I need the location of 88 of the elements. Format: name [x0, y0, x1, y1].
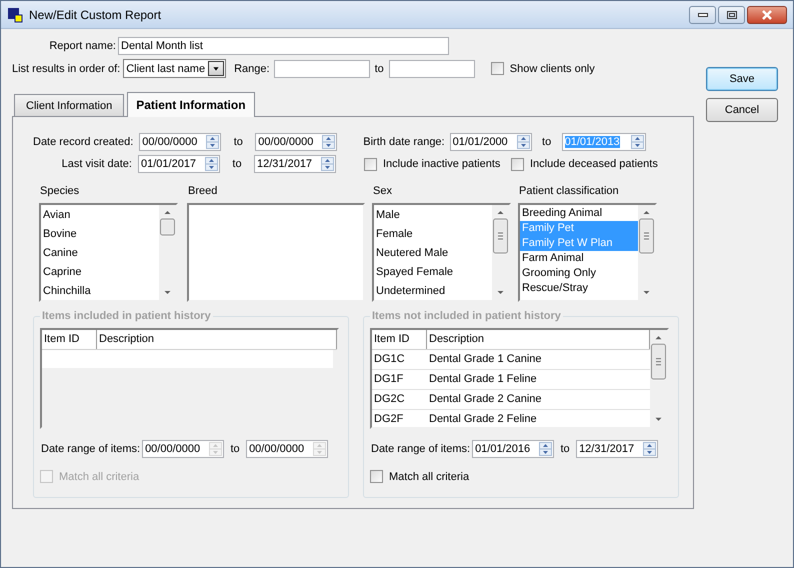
list-item[interactable]: Female	[374, 225, 492, 244]
field-label: Date record created:	[33, 136, 134, 148]
date-spin-field[interactable]: 00/00/0000	[255, 133, 338, 151]
list-label: Species	[39, 185, 80, 197]
table-cell-text: Dental Grade 1 Feline	[428, 372, 538, 387]
field-label: to	[559, 443, 571, 455]
table-cell-text: DG2C	[373, 392, 406, 407]
field-label: to	[231, 158, 243, 170]
date-spin-field[interactable]: 12/31/2017	[254, 155, 336, 173]
field-label: List results in order of:	[12, 62, 120, 74]
field-label: Last visit date:	[60, 158, 132, 170]
range-from-field[interactable]	[274, 60, 370, 78]
table-cell-text: Dental Grade 2 Canine	[428, 392, 543, 407]
app-icon	[7, 6, 23, 22]
list-item[interactable]: Undetermined	[374, 282, 492, 300]
list-item[interactable]: Bovine	[41, 225, 159, 244]
date-spin-field[interactable]: 01/01/2017	[138, 155, 220, 173]
date-spin-field[interactable]: 00/00/0000	[139, 133, 222, 151]
checkbox-label: Show clients only	[510, 62, 595, 74]
field-label: Date range of items:	[41, 443, 140, 455]
list-box[interactable]: Breeding Animal Family Pet Family Pet W Plan Farm Animal Grooming Only Rescue/Stray	[518, 203, 657, 302]
list-box[interactable]	[187, 203, 365, 302]
field-label: Range:	[234, 62, 270, 74]
order-dropdown[interactable]: Client last name	[123, 59, 226, 78]
spin-button[interactable]	[630, 135, 644, 149]
table-cell-text: Dental Grade 1 Canine	[428, 352, 543, 367]
list-box[interactable]: Avian Bovine Canine Caprine Chinchilla	[39, 203, 178, 302]
spin-button[interactable]	[516, 135, 530, 149]
window-title: New/Edit Custom Report	[29, 8, 162, 22]
field-label: to	[229, 443, 241, 455]
list-item[interactable]: Canine	[41, 244, 159, 263]
list-item[interactable]: Rescue/Stray	[520, 281, 638, 296]
minimize-button[interactable]	[689, 6, 716, 24]
table-cell-text: Dental Grade 2 Feline	[428, 412, 538, 427]
list-label: Patient classification	[518, 185, 620, 197]
maximize-icon	[726, 10, 736, 18]
column-header[interactable]: Item ID	[372, 330, 427, 349]
maximize-button[interactable]	[718, 6, 745, 24]
table-cell-text: DG1F	[373, 372, 404, 387]
date-spin-field[interactable]: 01/01/2000	[450, 133, 532, 151]
tab[interactable]: Patient Information	[127, 92, 255, 117]
field-label: Date range of items:	[371, 443, 470, 455]
spin-button[interactable]	[321, 157, 334, 171]
report-name-field[interactable]: Dental Month list	[118, 37, 449, 55]
list-label: Sex	[372, 185, 393, 197]
list-item[interactable]: Grooming Only	[520, 266, 638, 281]
close-icon	[761, 10, 773, 20]
list-item[interactable]: Caprine	[41, 263, 159, 282]
checkbox-label: Match all criteria	[389, 470, 470, 482]
group-title: Items included in patient history	[41, 310, 212, 322]
save-button[interactable]: Save	[706, 67, 778, 91]
minimize-icon	[698, 12, 708, 16]
checkbox-label: Match all criteria	[59, 470, 140, 482]
checkbox[interactable]	[490, 62, 504, 75]
date-spin-field[interactable]: 12/31/2017	[576, 440, 658, 458]
spin-button[interactable]	[206, 135, 220, 149]
list-item[interactable]: Neutered Male	[374, 244, 492, 263]
spin-button[interactable]	[205, 157, 218, 171]
cancel-button[interactable]: Cancel	[706, 98, 778, 122]
checkbox[interactable]	[364, 158, 377, 170]
group-title: Items not included in patient history	[371, 310, 562, 322]
field-label: Report name:	[48, 40, 116, 52]
close-button[interactable]	[747, 6, 787, 24]
checkbox-label: Include deceased patients	[530, 158, 659, 170]
date-spin-field[interactable]: 01/01/2016	[472, 440, 554, 458]
checkbox-label: Include inactive patients	[383, 158, 502, 170]
highlighted-text: 01/01/2013	[564, 136, 620, 148]
field-label: to	[374, 62, 384, 74]
list-item[interactable]: Breeding Animal	[520, 206, 638, 221]
table-cell-text: DG2F	[373, 412, 404, 427]
spin-button[interactable]	[539, 442, 552, 456]
checkbox[interactable]	[370, 470, 383, 483]
list-item[interactable]: Spayed Female	[374, 263, 492, 282]
list-label: Breed	[187, 185, 218, 197]
list-item[interactable]: Male	[374, 206, 492, 225]
spin-button[interactable]	[643, 442, 656, 456]
field-label: Birth date range:	[363, 136, 445, 148]
range-to-field[interactable]	[388, 60, 475, 78]
checkbox[interactable]	[511, 158, 524, 170]
list-item[interactable]: Avian	[41, 206, 159, 225]
list-item[interactable]: Farm Animal	[520, 251, 638, 266]
table-cell-text: DG1C	[373, 352, 406, 367]
field-label: to	[541, 136, 552, 148]
tab[interactable]: Client Information	[14, 94, 124, 116]
spin-button[interactable]	[322, 135, 336, 149]
field-label: to	[232, 136, 244, 148]
list-box[interactable]: Male Female Neutered Male Spayed Female Undetermined	[372, 203, 511, 302]
list-item[interactable]: Chinchilla	[41, 282, 159, 300]
